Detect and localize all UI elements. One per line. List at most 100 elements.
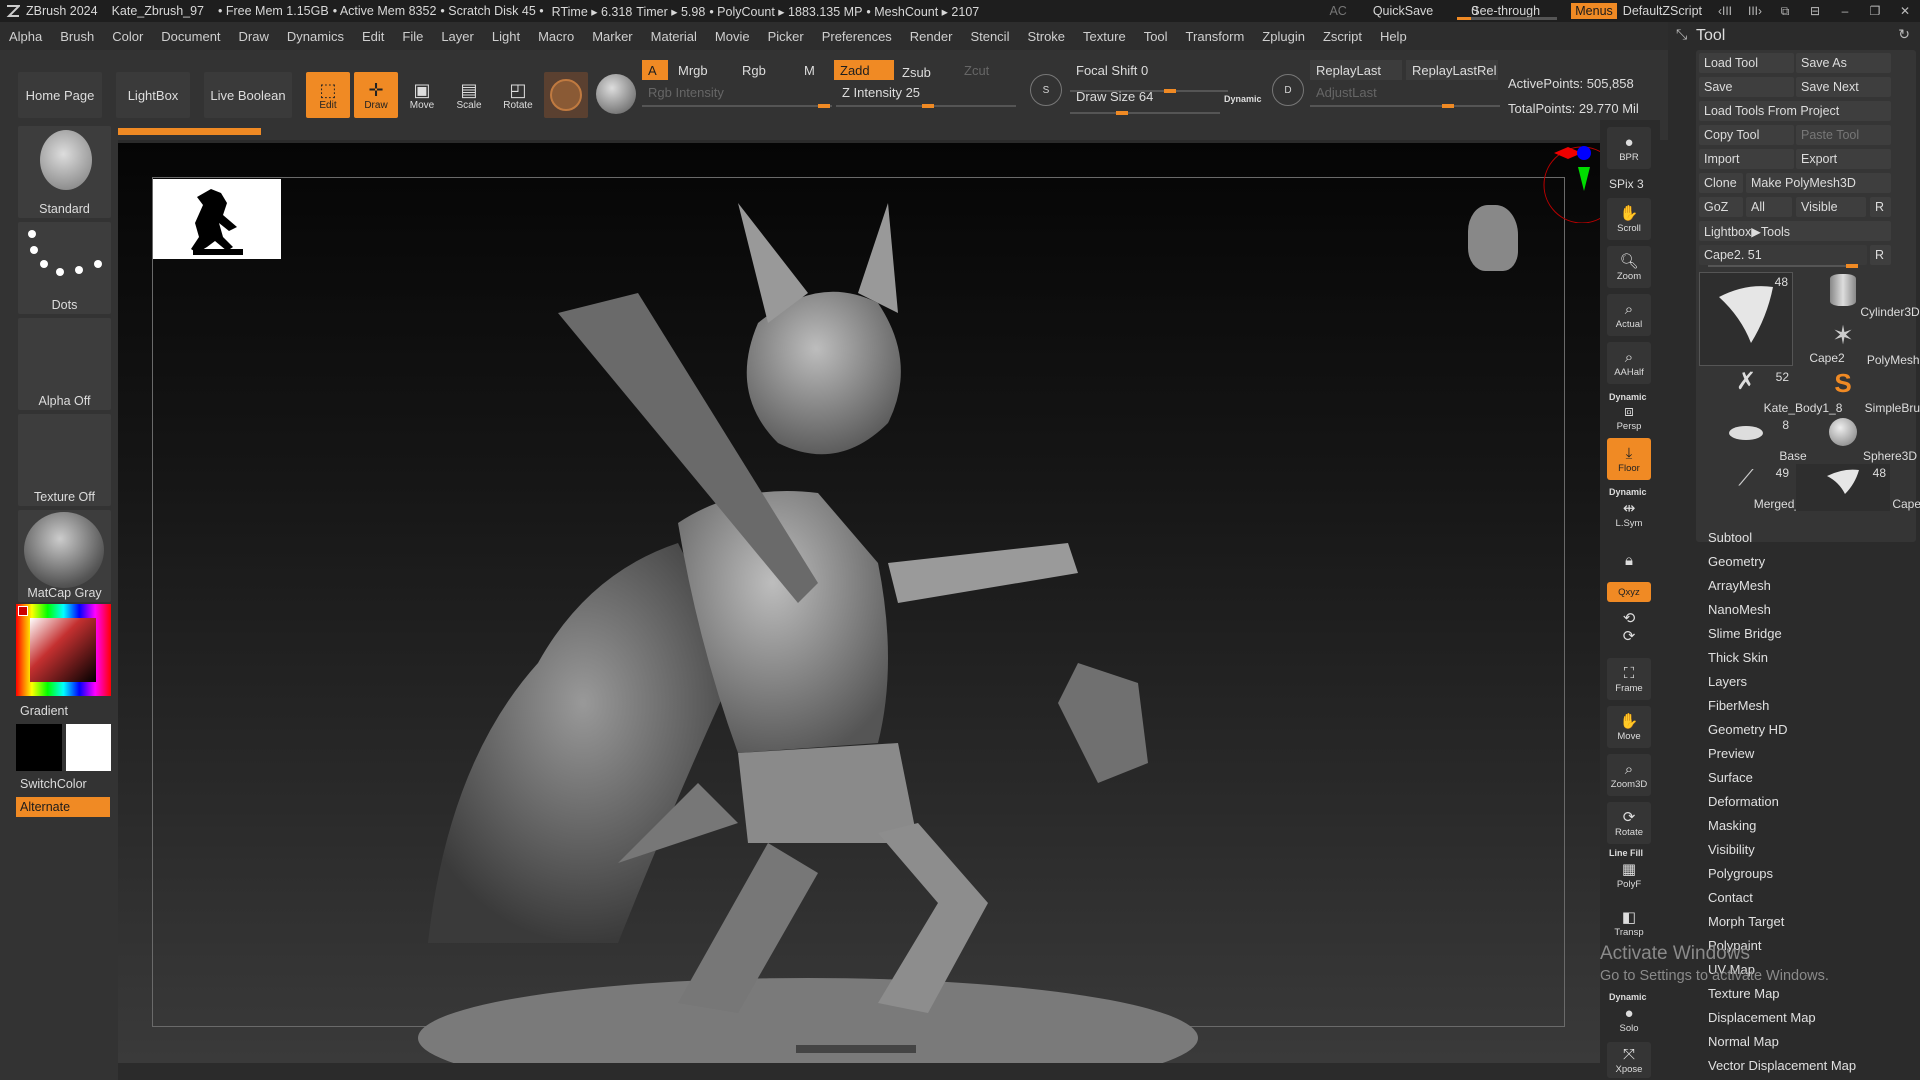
submenu-preview[interactable]: Preview — [1708, 746, 1754, 761]
rgb-toggle[interactable]: Rgb — [736, 60, 796, 80]
color-square[interactable] — [30, 618, 96, 682]
dynamic-lsym-label[interactable]: Dynamic — [1609, 487, 1647, 497]
menu-picker[interactable]: Picker — [759, 29, 813, 44]
menu-material[interactable]: Material — [642, 29, 706, 44]
submenu-arraymesh[interactable]: ArrayMesh — [1708, 578, 1771, 593]
a-toggle[interactable]: A — [642, 60, 668, 80]
tool-tile-cylinder3d[interactable]: Cylinder3D — [1796, 272, 1920, 319]
lightbox-tools-button[interactable]: Lightbox▶Tools — [1699, 221, 1891, 241]
live-boolean-button[interactable]: Live Boolean — [204, 72, 292, 118]
submenu-visibility[interactable]: Visibility — [1708, 842, 1755, 857]
layout-icon[interactable]: ⧉ — [1774, 4, 1796, 18]
sculptris-mode-icon[interactable]: S — [1030, 74, 1062, 106]
dynamic-solo-label[interactable]: Dynamic — [1609, 992, 1647, 1002]
submenu-texture-map[interactable]: Texture Map — [1708, 986, 1780, 1001]
save-button[interactable]: Save — [1699, 77, 1794, 97]
menu-stroke[interactable]: Stroke — [1018, 29, 1074, 44]
scale-tool-button[interactable]: ▤ Scale — [447, 72, 491, 118]
floor-button[interactable]: ⤓ Floor — [1607, 438, 1651, 480]
spix-slider[interactable]: SPix 3 — [1609, 177, 1644, 191]
submenu-vector-displacement-map[interactable]: Vector Displacement Map — [1708, 1058, 1856, 1073]
tool-tile-merged-guitar[interactable]: 49 ⟋ Merged_Guitar_E — [1699, 464, 1848, 511]
rotate-tool-button[interactable]: ◰ Rotate — [496, 72, 540, 118]
brush-thumbnail[interactable]: Standard — [18, 126, 111, 218]
lock-button[interactable]: 🔒︎ — [1607, 540, 1651, 582]
palette-toggle-icon[interactable]: ‹III — [1714, 4, 1736, 18]
submenu-deformation[interactable]: Deformation — [1708, 794, 1779, 809]
zoom3d-button[interactable]: ⌕ Zoom3D — [1607, 754, 1651, 796]
submenu-contact[interactable]: Contact — [1708, 890, 1753, 905]
persp-button[interactable]: ⧈ Persp — [1607, 402, 1651, 432]
submenu-masking[interactable]: Masking — [1708, 818, 1756, 833]
tool-tile-cape2-active[interactable]: 48 Cape2 — [1699, 272, 1845, 366]
make-polymesh3d-button[interactable]: Make PolyMesh3D — [1746, 173, 1891, 193]
submenu-subtool[interactable]: Subtool — [1708, 530, 1752, 545]
polyf-button[interactable]: ▦ PolyF — [1607, 858, 1651, 892]
submenu-surface[interactable]: Surface — [1708, 770, 1753, 785]
tool-tile-sphere3d[interactable]: Sphere3D — [1796, 416, 1917, 463]
rotate-view-button[interactable]: ⟳ Rotate — [1607, 802, 1651, 844]
submenu-polygroups[interactable]: Polygroups — [1708, 866, 1773, 881]
scroll-button[interactable]: ✋ Scroll — [1607, 198, 1651, 240]
submenu-morph-target[interactable]: Morph Target — [1708, 914, 1784, 929]
submenu-layers[interactable]: Layers — [1708, 674, 1747, 689]
gradient-label[interactable]: Gradient — [20, 704, 68, 718]
minimize-icon[interactable]: – — [1834, 4, 1856, 18]
goz-r-button[interactable]: R — [1870, 197, 1891, 217]
edit-tool-button[interactable]: ⬚ Edit — [306, 72, 350, 118]
menu-texture[interactable]: Texture — [1074, 29, 1135, 44]
solo-button[interactable]: ● Solo — [1607, 1002, 1651, 1036]
home-page-button[interactable]: Home Page — [18, 72, 102, 118]
copy-tool-button[interactable]: Copy Tool — [1699, 125, 1794, 145]
menu-tool[interactable]: Tool — [1135, 29, 1177, 44]
close-icon[interactable]: ✕ — [1894, 4, 1916, 18]
menu-render[interactable]: Render — [901, 29, 962, 44]
restore-icon[interactable]: ❐ — [1864, 4, 1886, 18]
tool-tile-simplebrush[interactable]: S SimpleBrush — [1796, 368, 1920, 415]
bottom-shelf-toggle[interactable] — [796, 1045, 916, 1053]
export-button[interactable]: Export — [1796, 149, 1891, 169]
goz-button[interactable]: GoZ — [1699, 197, 1743, 217]
xyz-rotate-button[interactable]: Qxyz — [1607, 582, 1651, 602]
dynamic-label[interactable]: Dynamic — [1224, 94, 1262, 104]
see-through-slider[interactable]: See-through 0 — [1455, 2, 1561, 20]
menu-stencil[interactable]: Stencil — [961, 29, 1018, 44]
goz-all-button[interactable]: All — [1746, 197, 1792, 217]
quicksave-button[interactable]: QuickSave — [1373, 4, 1433, 18]
palette-toggle-right-icon[interactable]: III› — [1744, 4, 1766, 18]
bpr-button[interactable]: ● BPR — [1607, 127, 1651, 169]
submenu-nanomesh[interactable]: NanoMesh — [1708, 602, 1771, 617]
stroke-thumbnail[interactable]: Dots — [18, 222, 111, 314]
pin-icon[interactable]: ⤡ — [1676, 26, 1687, 43]
menu-color[interactable]: Color — [103, 29, 152, 44]
load-tool-button[interactable]: Load Tool — [1699, 53, 1794, 73]
ac-toggle[interactable]: AC — [1329, 4, 1346, 18]
menu-file[interactable]: File — [393, 29, 432, 44]
rgb-intensity-slider[interactable]: Rgb Intensity — [642, 82, 832, 102]
menu-light[interactable]: Light — [483, 29, 529, 44]
menu-edit[interactable]: Edit — [353, 29, 393, 44]
current-tool-slider[interactable]: Cape2. 51 — [1699, 245, 1867, 265]
transp-button[interactable]: ◧ Transp — [1607, 902, 1651, 944]
menu-transform[interactable]: Transform — [1177, 29, 1254, 44]
load-tools-from-project-button[interactable]: Load Tools From Project — [1699, 101, 1891, 121]
palette-refresh-icon[interactable]: ↻ — [1898, 26, 1910, 43]
frame-button[interactable]: ⛶ Frame — [1607, 658, 1651, 700]
submenu-slime-bridge[interactable]: Slime Bridge — [1708, 626, 1782, 641]
tool-tile-base[interactable]: 8 Base — [1699, 416, 1807, 463]
menu-preferences[interactable]: Preferences — [813, 29, 901, 44]
texture-thumbnail[interactable]: Texture Off — [18, 414, 111, 506]
submenu-normal-map[interactable]: Normal Map — [1708, 1034, 1779, 1049]
menu-zscript[interactable]: Zscript — [1314, 29, 1371, 44]
goz-visible-button[interactable]: Visible — [1796, 197, 1866, 217]
lightbox-button[interactable]: LightBox — [116, 72, 190, 118]
replay-last-rel-button[interactable]: ReplayLastRel — [1406, 60, 1498, 80]
mrgb-toggle[interactable]: Mrgb — [672, 60, 734, 80]
rotate-axis-icons[interactable]: ⟲ ⟳ — [1607, 608, 1651, 648]
menu-macro[interactable]: Macro — [529, 29, 583, 44]
main-color-swatch[interactable] — [66, 724, 111, 771]
import-button[interactable]: Import — [1699, 149, 1794, 169]
menus-button[interactable]: Menus — [1571, 3, 1617, 19]
alpha-thumbnail[interactable]: Alpha Off — [18, 318, 111, 410]
aahalf-button[interactable]: ⌕ AAHalf — [1607, 342, 1651, 384]
